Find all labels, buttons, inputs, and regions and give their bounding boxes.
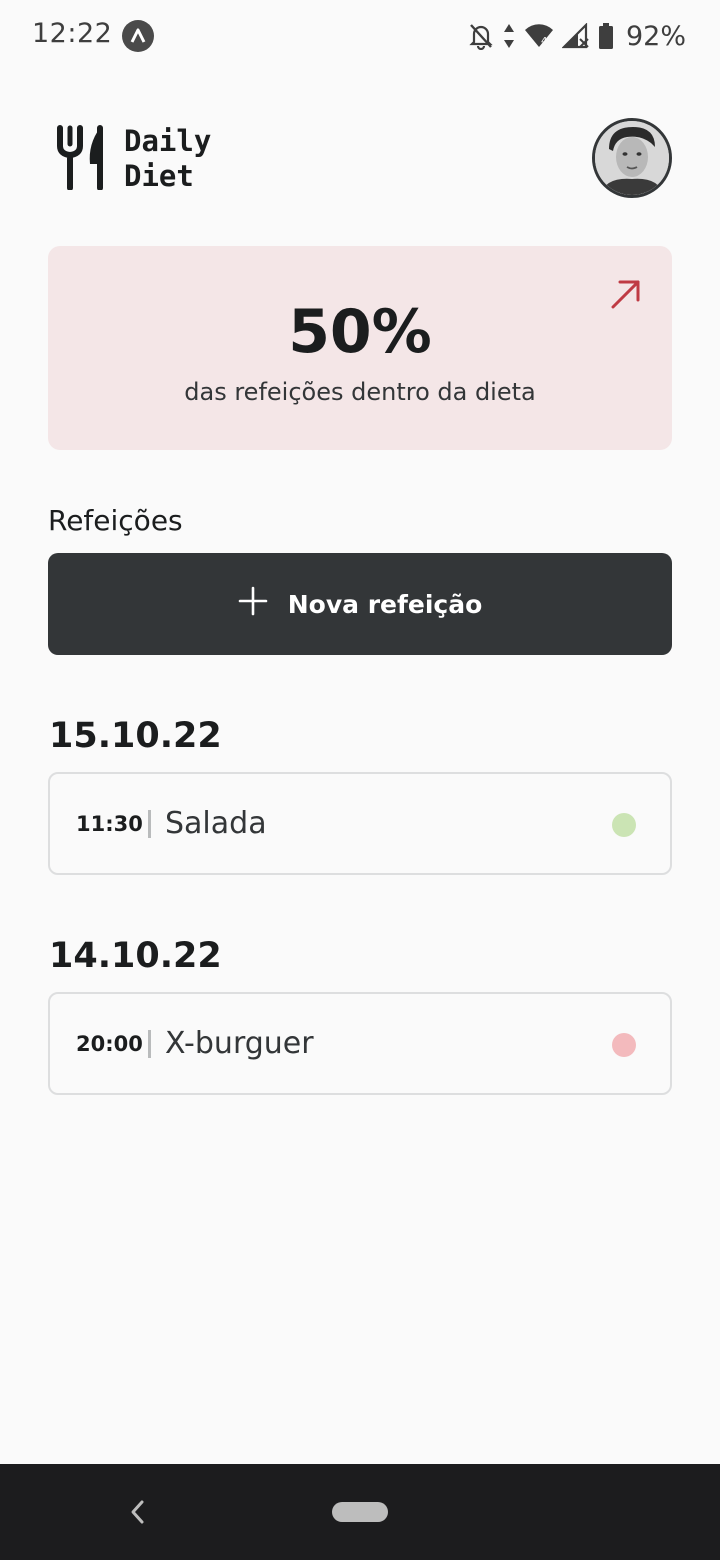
logo-text-daily: Daily [124, 124, 212, 158]
off-diet-status-dot [612, 1033, 636, 1057]
battery-percent: 92% [625, 20, 686, 52]
diet-percentage-label: das refeições dentro da dieta [184, 378, 536, 406]
system-nav-bar [0, 1464, 720, 1560]
bell-off-icon [468, 22, 494, 50]
meals-section-label: Refeições [48, 504, 183, 537]
data-arrows-icon [502, 22, 516, 50]
status-icons: 4 92% [468, 18, 686, 54]
fork-knife-icon [56, 124, 114, 194]
home-pill-icon[interactable] [332, 1502, 388, 1522]
date-heading: 14.10.22 [49, 936, 222, 976]
in-diet-status-dot [612, 813, 636, 837]
diet-percentage: 50% [288, 297, 432, 367]
meal-time: 11:30 [76, 812, 143, 836]
status-time: 12:22 [32, 18, 113, 49]
app-logo: Daily Diet [56, 124, 211, 194]
status-bar: 12:22 4 92% [0, 0, 720, 72]
battery-icon [598, 22, 614, 50]
app-notification-icon [122, 20, 154, 52]
meal-name: X-burguer [165, 1026, 314, 1061]
meal-name: Salada [165, 806, 267, 841]
user-avatar[interactable] [592, 118, 672, 198]
wifi-icon: 4 [524, 23, 554, 49]
new-meal-button[interactable]: Nova refeição [48, 553, 672, 655]
logo-text-diet: Diet [124, 159, 194, 193]
plus-icon [238, 586, 268, 622]
meal-time: 20:00 [76, 1032, 143, 1056]
svg-text:4: 4 [541, 36, 547, 47]
arrow-up-right-icon[interactable] [608, 276, 644, 312]
chevron-left-icon[interactable] [126, 1498, 150, 1530]
meal-divider [148, 1030, 151, 1058]
meal-item[interactable]: 11:30 Salada [48, 772, 672, 875]
signal-icon [561, 23, 590, 49]
meal-item[interactable]: 20:00 X-burguer [48, 992, 672, 1095]
meal-divider [148, 810, 151, 838]
new-meal-label: Nova refeição [287, 589, 483, 619]
date-heading: 15.10.22 [49, 716, 222, 756]
diet-summary-card[interactable]: 50% das refeições dentro da dieta [48, 246, 672, 450]
